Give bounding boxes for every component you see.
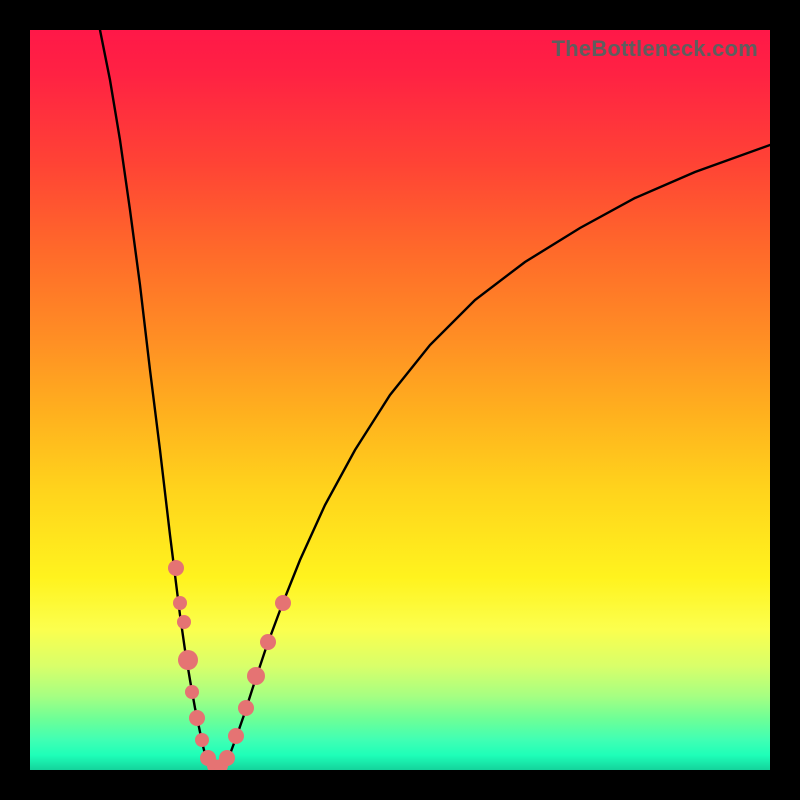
curve-marker <box>185 685 199 699</box>
curve-marker <box>195 733 209 747</box>
curve-marker <box>260 634 276 650</box>
curve-marker <box>238 700 254 716</box>
right-curve <box>220 145 770 770</box>
curve-marker <box>247 667 265 685</box>
curves-svg <box>30 30 770 770</box>
curve-markers <box>168 560 291 770</box>
chart-frame: TheBottleneck.com <box>0 0 800 800</box>
curve-marker <box>168 560 184 576</box>
curve-marker <box>228 728 244 744</box>
curve-marker <box>177 615 191 629</box>
curve-marker <box>189 710 205 726</box>
curve-marker <box>219 750 235 766</box>
curve-marker <box>275 595 291 611</box>
curve-marker <box>178 650 198 670</box>
plot-area: TheBottleneck.com <box>30 30 770 770</box>
curve-marker <box>173 596 187 610</box>
